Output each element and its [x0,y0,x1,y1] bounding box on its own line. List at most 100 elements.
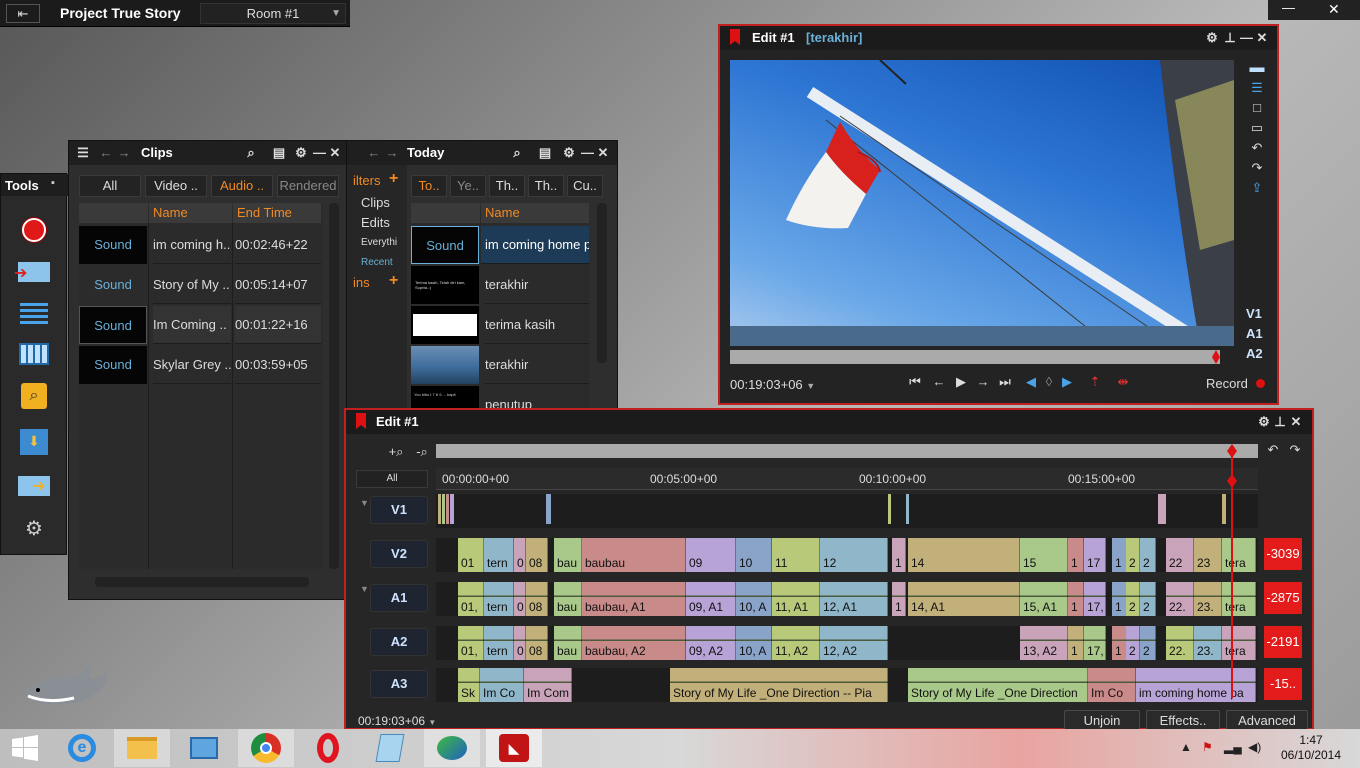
expand-track-icon[interactable]: ▼ [360,584,369,594]
v1-edit-marker[interactable] [906,494,909,524]
timeline-clip[interactable]: 0 [514,626,526,660]
menu-icon[interactable]: ☰ [75,145,91,161]
timeline-clip[interactable]: 12, A1 [820,582,888,616]
chrome-icon[interactable] [238,729,294,767]
timeline-clip[interactable]: 2 [1140,538,1156,572]
v1-edit-marker[interactable] [446,494,449,524]
filter-clips[interactable]: Clips [361,195,390,210]
track-label-a1[interactable]: A1 [370,584,428,612]
timeline-clip[interactable]: 1 [892,582,906,616]
timeline-clip[interactable]: 17, [1084,582,1106,616]
zoom-in-icon[interactable]: +⌕ [384,444,408,460]
timeline-clip[interactable]: 09, A2 [686,626,736,660]
vertical-scrollbar[interactable] [329,203,339,569]
redo-icon[interactable]: ↷ [1286,442,1304,458]
item-name[interactable]: terima kasih [485,306,589,344]
v1-edit-marker[interactable] [1158,494,1166,524]
timeline-clip[interactable]: 10 [736,538,772,572]
timeline-clip[interactable]: baubau, A2 [582,626,686,660]
tab-today[interactable]: To.. [411,175,447,197]
sound-thumb[interactable]: Sound [79,266,147,304]
show-hidden-icons-icon[interactable]: ▲ [1180,740,1192,754]
opera-icon[interactable] [300,729,356,767]
timeline-clip[interactable]: 14 [908,538,1020,572]
clip-name[interactable]: im coming h.. [153,226,231,264]
timeline-clip[interactable]: 22 [1166,538,1194,572]
timeline-clip[interactable]: 1 [1068,582,1084,616]
vertical-scrollbar[interactable] [597,203,607,363]
timeline-clip[interactable]: Im Co [1088,668,1136,702]
clip-name[interactable]: Skylar Grey .. [153,346,231,384]
tab-all[interactable]: All [79,175,141,197]
playhead-marker-icon[interactable] [1212,350,1220,364]
col-name-header[interactable]: Name [149,203,232,223]
v1-edit-marker[interactable] [888,494,891,524]
timeline-clip[interactable]: 11, A1 [772,582,820,616]
network-icon[interactable]: ▂▄ [1224,740,1242,754]
notepad-icon[interactable] [362,729,418,767]
timeline-clip[interactable]: 09, A1 [686,582,736,616]
time-ruler[interactable]: 00:00:00+00 00:05:00+00 00:10:00+00 00:1… [436,468,1258,490]
timeline-clip[interactable]: 17 [1084,538,1106,572]
timeline-clip[interactable]: 23. [1194,626,1222,660]
sound-thumb[interactable]: Sound [79,226,147,264]
timeline-clip[interactable]: bau [554,626,582,660]
timeline-clip[interactable]: 10, A [736,626,772,660]
undo-icon[interactable]: ↶ [1264,442,1282,458]
settings-tool-icon[interactable]: ⚙ [15,512,53,544]
gear-icon[interactable]: ⚙ [1204,30,1220,46]
go-to-start-icon[interactable]: ⏮ [906,374,924,390]
timeline-clip[interactable]: tera [1222,626,1256,660]
clip-name[interactable]: Im Coming .. [153,306,231,344]
upload-icon[interactable]: ⇪ [1246,180,1268,196]
room-dropdown[interactable]: Room #1 ▼ [200,3,346,24]
minimize-icon[interactable]: — [1240,30,1253,46]
go-to-end-icon[interactable]: ⏭ [996,374,1014,390]
col-name-header[interactable]: Name [481,203,589,223]
timeline-clip[interactable]: tera [1222,538,1256,572]
list-view-icon[interactable]: ▤ [271,145,287,161]
v1-edit-marker[interactable] [546,494,551,524]
timeline-clip[interactable]: tern [484,538,514,572]
item-name[interactable]: terakhir [485,266,589,304]
step-back-icon[interactable]: ← [930,374,948,390]
pin-icon[interactable]: ⊥ [1224,30,1236,46]
mark-clear-icon[interactable]: ◊ [1042,374,1056,390]
timeline-clip[interactable]: 12, A2 [820,626,888,660]
v1-edit-marker[interactable] [438,494,441,524]
item-name[interactable]: penutup [485,386,589,409]
col-end-header[interactable]: End Time [233,203,321,223]
timeline-clip[interactable]: tern [484,626,514,660]
search-tool-icon[interactable]: ⌕ [15,380,53,412]
v1-edit-marker[interactable] [442,494,445,524]
v1-edit-marker[interactable] [450,494,454,524]
track-lane-a2[interactable]: 01, tern 0 08 bau baubau, A2 09, A2 10, A 11, A2… [436,626,1258,660]
record-button[interactable]: Record [1206,376,1265,391]
timeline-clip[interactable]: 2 [1140,626,1156,660]
tab-this-week[interactable]: Th.. [489,175,525,197]
add-bin-icon[interactable]: + [389,272,398,290]
exit-icon[interactable]: ⇤ [6,4,40,23]
timeline-clip[interactable]: 15, A1 [1020,582,1068,616]
pin-icon[interactable]: ▪ [51,177,55,189]
filter-edits[interactable]: Edits [361,215,390,230]
timeline-clip[interactable]: 01 [458,538,484,572]
undo-icon[interactable]: ↶ [1246,140,1268,156]
track-lane-a3[interactable]: Sk Im Co Im Com Story of My Life _One Direc… [436,668,1258,702]
minimize-icon[interactable]: — [581,145,594,161]
back-arrow-icon[interactable]: ← [99,145,113,161]
timeline-clip[interactable]: 2 [1126,582,1140,616]
text-thumb[interactable]: Terima kasih, Telah diri kam, Suprisi-:) [411,266,479,304]
timeline-clip[interactable]: 2 [1140,582,1156,616]
clip-name[interactable]: Story of My .. [153,266,231,304]
add-filter-icon[interactable]: + [389,170,398,188]
tab-rendered[interactable]: Rendered [277,175,339,197]
white-thumb[interactable] [411,306,479,344]
track-lane-v1[interactable] [436,494,1258,528]
timeline-clip[interactable]: 1 [892,538,906,572]
track-lane-v2[interactable]: 01 tern 0 08 bau baubau 09 10 11 12 1 14 15 1 17 1 2 2 22 2… [436,538,1258,572]
timeline-clip[interactable]: Story of My Life _One Direction -- Pia [670,668,888,702]
filter-everything[interactable]: Everythi [361,237,397,248]
grid-tool-icon[interactable] [15,338,53,370]
close-icon[interactable]: ✕ [329,145,341,161]
